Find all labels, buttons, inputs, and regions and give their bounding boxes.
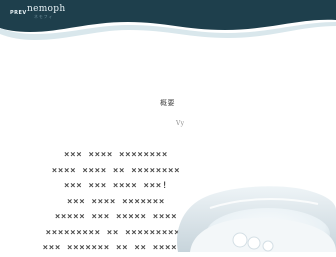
brand-logo[interactable]: PREV nemoph ネモフィ [10,4,74,21]
header-banner: PREV nemoph ネモフィ [0,0,336,44]
pillow-product-image [170,170,336,257]
logo-subtitle: ネモフィ [34,14,54,19]
logo-prefix: PREV [10,10,27,16]
section-subheading: Vy [176,120,185,127]
text-line: ××× ×××× ×××××××× [63,150,168,160]
logo-name: nemoph [27,4,66,14]
section-heading: 概要 [160,99,175,107]
